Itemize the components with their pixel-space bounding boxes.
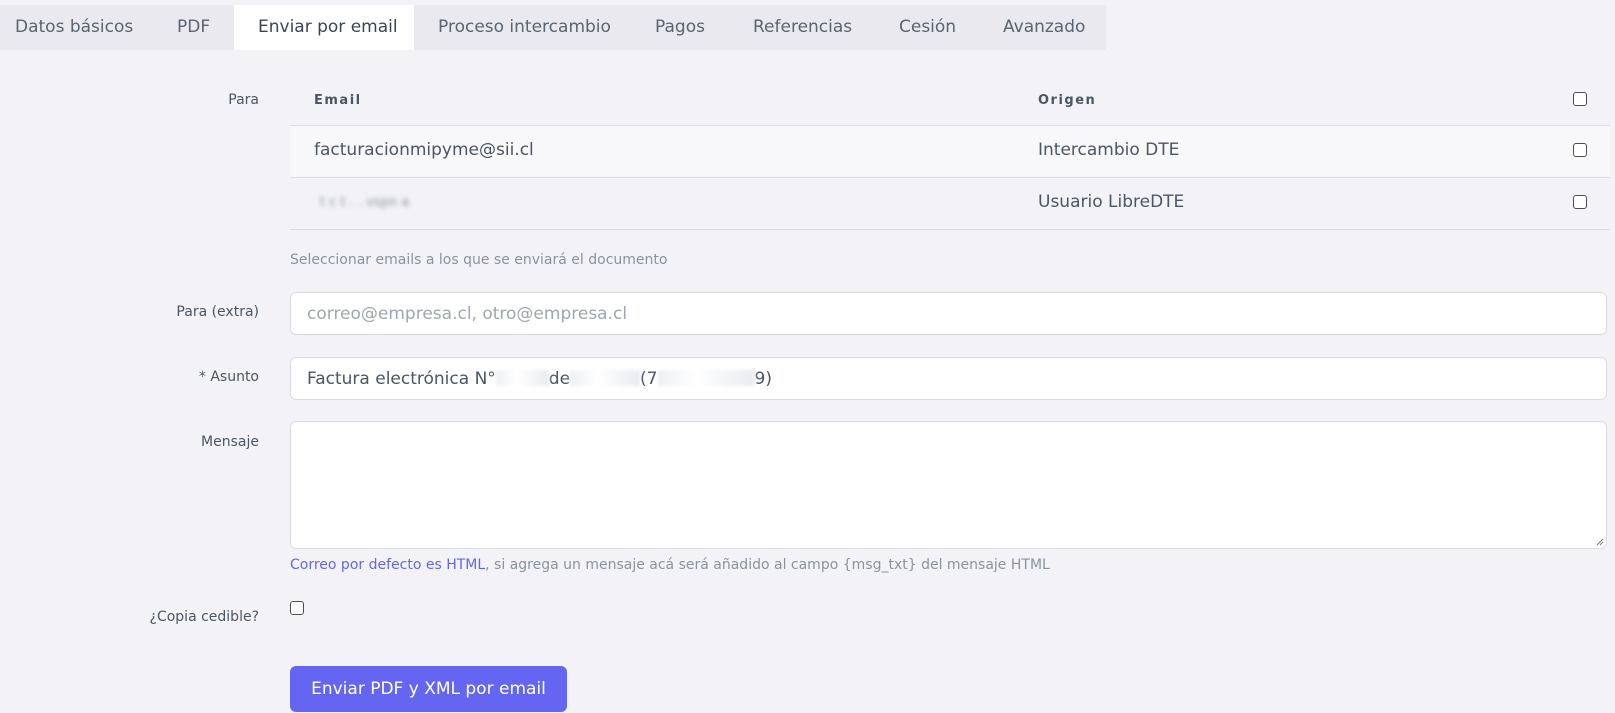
tab-pdf[interactable]: PDF bbox=[177, 5, 210, 50]
copia-cedible-checkbox[interactable] bbox=[290, 601, 304, 615]
tab-cesion[interactable]: Cesión bbox=[899, 5, 956, 50]
mensaje-label: Mensaje bbox=[201, 434, 259, 450]
resize-handle-icon[interactable] bbox=[1596, 538, 1604, 546]
origen-column-header: Origen bbox=[1038, 93, 1097, 108]
para-extra-label: Para (extra) bbox=[176, 304, 259, 320]
tab-enviar-por-email[interactable]: Enviar por email bbox=[234, 5, 414, 50]
asunto-label: * Asunto bbox=[198, 369, 259, 385]
email-column-header: Email bbox=[314, 93, 362, 108]
para-label: Para bbox=[228, 92, 259, 108]
table-row: facturacionmipyme@sii.cl Intercambio DTE bbox=[290, 125, 1610, 177]
tab-datos-basicos[interactable]: Datos básicos bbox=[15, 5, 133, 50]
select-all-checkbox[interactable] bbox=[1573, 92, 1587, 106]
tab-proceso-intercambio[interactable]: Proceso intercambio bbox=[438, 5, 611, 50]
table-row: t c t . . vspn a Usuario LibreDTE bbox=[290, 177, 1610, 229]
tab-referencias[interactable]: Referencias bbox=[753, 5, 852, 50]
para-extra-input[interactable]: correo@empresa.cl, otro@empresa.cl bbox=[290, 292, 1607, 335]
mensaje-help: Correo por defecto es HTML, si agrega un… bbox=[290, 557, 1050, 573]
row-checkbox[interactable] bbox=[1573, 143, 1587, 157]
row-checkbox[interactable] bbox=[1573, 195, 1587, 209]
send-email-button[interactable]: Enviar PDF y XML por email bbox=[290, 666, 567, 712]
mensaje-help-link[interactable]: Correo por defecto es HTML bbox=[290, 557, 485, 573]
tab-avanzado[interactable]: Avanzado bbox=[1003, 5, 1085, 50]
tab-pagos[interactable]: Pagos bbox=[655, 5, 705, 50]
mensaje-textarea[interactable] bbox=[290, 421, 1607, 549]
copia-cedible-label: ¿Copia cedible? bbox=[149, 609, 259, 625]
asunto-input[interactable]: Factura electrónica N° de (7 9) bbox=[290, 357, 1607, 400]
origen-cell: Intercambio DTE bbox=[1038, 140, 1180, 160]
asunto-value: Factura electrónica N° de (7 9) bbox=[307, 369, 772, 389]
email-cell: facturacionmipyme@sii.cl bbox=[314, 140, 534, 160]
email-table-help: Seleccionar emails a los que se enviará … bbox=[290, 252, 668, 268]
para-extra-placeholder: correo@empresa.cl, otro@empresa.cl bbox=[307, 304, 628, 324]
email-cell: t c t . . vspn a bbox=[320, 195, 410, 210]
tab-bar: Datos básicos PDF Enviar por email Proce… bbox=[0, 5, 1106, 50]
origen-cell: Usuario LibreDTE bbox=[1038, 192, 1185, 212]
table-bottom-border bbox=[290, 229, 1610, 230]
